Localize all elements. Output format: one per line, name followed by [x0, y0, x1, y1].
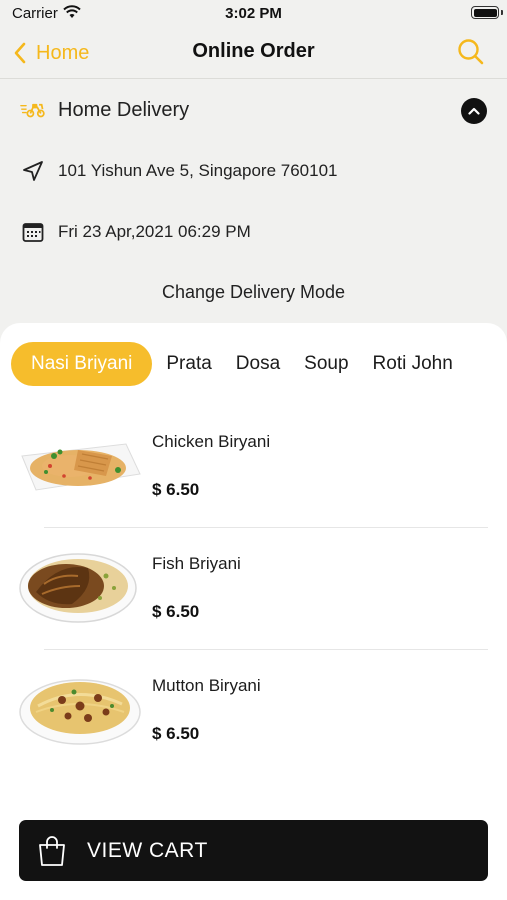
- delivery-mode-label: Home Delivery: [58, 98, 190, 121]
- delivery-mode-row[interactable]: Home Delivery: [0, 90, 507, 130]
- category-tabs: Nasi Briyani Prata Dosa Soup Roti John: [11, 342, 465, 386]
- navigation-bar: Home Online Order: [0, 28, 507, 79]
- battery-icon: [471, 6, 499, 19]
- collapse-button[interactable]: [461, 98, 487, 124]
- view-cart-label: VIEW CART: [87, 838, 208, 862]
- item-price: $ 6.50: [152, 480, 200, 499]
- menu-item[interactable]: Fish Briyani $ 6.50: [0, 532, 507, 654]
- item-price: $ 6.50: [152, 602, 200, 621]
- page-title: Online Order: [192, 40, 315, 62]
- item-price: $ 6.50: [152, 724, 200, 743]
- chevron-up-icon: [468, 107, 480, 115]
- tab-roti-john[interactable]: Roti John: [361, 342, 465, 386]
- battery-cap: [501, 10, 503, 15]
- item-name: Chicken Biryani: [152, 432, 271, 451]
- location-arrow-icon: [20, 159, 46, 183]
- chicken-biryani-image: [21, 443, 141, 491]
- item-name: Fish Briyani: [152, 554, 241, 573]
- clock: 3:02 PM: [225, 5, 282, 22]
- datetime-text: Fri 23 Apr,2021 06:29 PM: [58, 222, 251, 241]
- menu-item[interactable]: Mutton Biryani $ 6.50: [0, 654, 507, 776]
- datetime-row[interactable]: Fri 23 Apr,2021 06:29 PM: [0, 212, 507, 252]
- shopping-bag-icon: [37, 835, 67, 867]
- address-row[interactable]: 101 Yishun Ave 5, Singapore 760101: [0, 151, 507, 191]
- item-name: Mutton Biryani: [152, 676, 261, 695]
- change-delivery-mode-link[interactable]: Change Delivery Mode: [0, 282, 507, 303]
- scooter-icon: [20, 100, 46, 120]
- divider: [44, 527, 488, 528]
- search-icon[interactable]: [457, 38, 485, 71]
- tab-dosa[interactable]: Dosa: [224, 342, 292, 386]
- mutton-biryani-image: [19, 679, 141, 745]
- status-bar: Carrier 3:02 PM: [0, 0, 507, 28]
- address-text: 101 Yishun Ave 5, Singapore 760101: [58, 161, 338, 180]
- view-cart-button[interactable]: VIEW CART: [19, 820, 488, 881]
- tab-soup[interactable]: Soup: [292, 342, 360, 386]
- fish-briyani-image: [19, 553, 137, 623]
- calendar-icon: [20, 220, 46, 244]
- tab-prata[interactable]: Prata: [154, 342, 223, 386]
- menu-item[interactable]: Chicken Biryani $ 6.50: [0, 410, 507, 532]
- divider: [44, 649, 488, 650]
- tab-nasi-briyani[interactable]: Nasi Briyani: [11, 342, 153, 386]
